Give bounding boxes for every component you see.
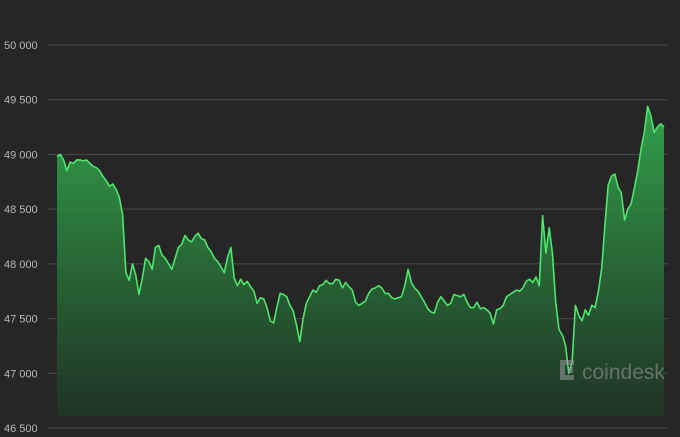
y-tick-label: 50 000 (4, 40, 38, 52)
y-tick-label: 49 500 (4, 95, 38, 107)
y-tick-label: 46 500 (4, 423, 38, 435)
y-tick-label: 49 000 (4, 149, 38, 161)
price-chart: 50 000 49 500 49 000 48 500 48 000 47 500 47 0… (0, 0, 680, 437)
y-tick-label: 47 500 (4, 314, 38, 326)
coindesk-watermark-text: coindesk (582, 361, 665, 384)
y-tick-label: 48 000 (4, 259, 38, 271)
y-tick-label: 47 000 (4, 368, 38, 380)
y-tick-label: 48 500 (4, 204, 38, 216)
